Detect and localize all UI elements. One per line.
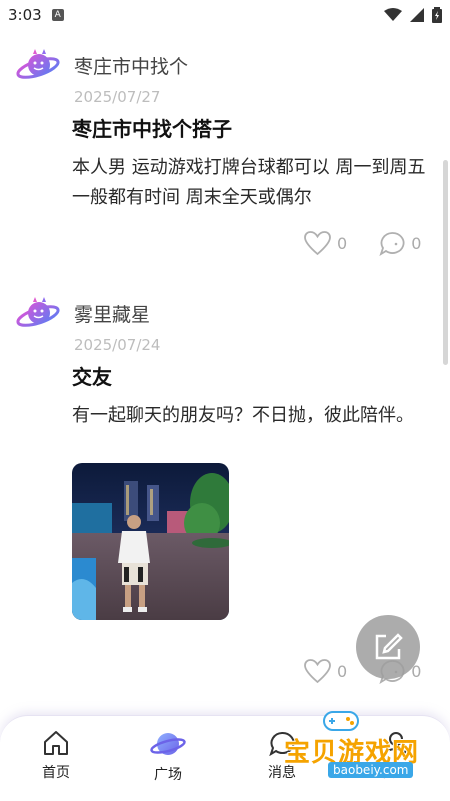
tab-label: 广场 bbox=[154, 767, 182, 783]
post-photo[interactable] bbox=[72, 463, 229, 620]
status-bar: 3:03 A bbox=[0, 0, 450, 30]
status-time: 3:03 bbox=[8, 6, 42, 24]
notification-icon: A bbox=[51, 9, 64, 21]
planet-avatar-icon[interactable] bbox=[15, 48, 61, 84]
comment-button[interactable]: 0 bbox=[379, 231, 421, 256]
post-title: 枣庄市中找个搭子 bbox=[72, 117, 232, 141]
post-body: 有一起聊天的朋友吗？不日抛，彼此陪伴。 bbox=[72, 405, 414, 426]
comment-icon bbox=[379, 232, 405, 256]
post-date: 2025/07/24 bbox=[74, 336, 161, 354]
signal-icon bbox=[410, 8, 424, 22]
planet-avatar-icon[interactable] bbox=[15, 296, 61, 332]
tab-home[interactable]: 首页 bbox=[16, 730, 96, 782]
scrollbar[interactable] bbox=[443, 160, 448, 365]
planet-icon bbox=[150, 733, 186, 755]
post-author[interactable]: 枣庄市中找个 bbox=[74, 52, 188, 79]
like-count: 0 bbox=[337, 234, 348, 253]
post-author[interactable]: 雾里藏星 bbox=[74, 300, 150, 327]
heart-icon bbox=[304, 231, 331, 256]
post-body: 本人男 运动游戏打牌台球都可以 周一到周五一般都有时间 周末全天或偶尔 bbox=[72, 157, 426, 208]
tab-label: 首页 bbox=[42, 765, 70, 781]
gamepad-logo-icon bbox=[323, 711, 359, 731]
post-date: 2025/07/27 bbox=[74, 88, 161, 106]
like-button[interactable]: 0 bbox=[304, 231, 347, 256]
home-icon bbox=[44, 731, 68, 755]
comment-count: 0 bbox=[411, 234, 422, 253]
watermark-url: baobeiy.com bbox=[328, 762, 414, 778]
tab-square[interactable]: 广场 bbox=[128, 730, 208, 784]
post-title: 交友 bbox=[72, 365, 112, 389]
post-actions: 0 0 bbox=[304, 231, 421, 256]
heart-icon bbox=[304, 659, 331, 684]
like-button[interactable]: 0 bbox=[304, 659, 347, 684]
edit-icon bbox=[375, 633, 403, 660]
watermark: 宝贝游戏网 baobeiy.com bbox=[280, 711, 450, 800]
night-street-photo bbox=[72, 463, 229, 620]
compose-button[interactable] bbox=[356, 615, 420, 679]
battery-icon bbox=[432, 7, 442, 23]
like-count: 0 bbox=[337, 662, 348, 681]
wifi-icon bbox=[384, 8, 402, 21]
